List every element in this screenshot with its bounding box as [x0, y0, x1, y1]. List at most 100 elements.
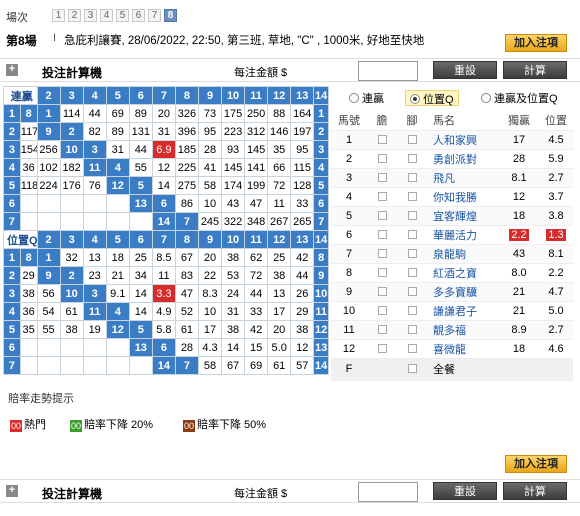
quinella-odds-cell[interactable]: 326	[174, 104, 199, 123]
quinella-odds-cell[interactable]: 6	[151, 194, 176, 213]
banker-checkbox[interactable]	[367, 301, 397, 321]
checkbox-icon[interactable]	[377, 210, 387, 220]
quinella-odds-cell[interactable]: 35	[267, 140, 292, 159]
place_q-odds-cell[interactable]: 42	[244, 320, 269, 339]
place_q-odds-cell[interactable]: 17	[267, 302, 292, 321]
place_q-odds-cell[interactable]: 10	[59, 284, 84, 303]
quinella-odds-cell[interactable]: 267	[267, 212, 292, 231]
place_q-odds-cell[interactable]: 38	[19, 284, 38, 303]
quinella-odds-cell[interactable]: 41	[197, 158, 223, 177]
quinella-odds-cell[interactable]: 10	[197, 194, 223, 213]
quinella-odds-cell[interactable]: 73	[197, 104, 223, 123]
quinella-odds-cell[interactable]: 322	[221, 212, 246, 231]
place_q-odds-cell[interactable]: 4.3	[197, 338, 223, 357]
horse-name-link[interactable]: 人和家興	[427, 130, 499, 150]
quinella-odds-cell[interactable]: 114	[59, 104, 84, 123]
leg-checkbox[interactable]	[397, 339, 427, 359]
place_q-odds-cell[interactable]: 6	[151, 338, 176, 357]
quinella-odds-cell[interactable]: 223	[221, 122, 246, 141]
quinella-odds-cell[interactable]: 69	[105, 104, 130, 123]
quinella-odds-cell[interactable]: 131	[128, 122, 153, 141]
place_q-odds-cell[interactable]: 28	[174, 338, 199, 357]
race-6-button[interactable]: 6	[132, 9, 145, 22]
banker-checkbox[interactable]	[367, 206, 397, 226]
quinella-odds-cell[interactable]: 12	[105, 176, 130, 195]
quinella-odds-cell[interactable]: 396	[174, 122, 199, 141]
tab-quinella[interactable]: 連贏	[349, 90, 384, 106]
amount-input[interactable]	[358, 482, 418, 502]
quinella-odds-cell[interactable]: 13	[128, 194, 153, 213]
quinella-odds-cell[interactable]: 58	[197, 176, 223, 195]
banker-checkbox[interactable]	[367, 244, 397, 264]
horse-name-link[interactable]: 紅酒之寶	[427, 263, 499, 283]
place_q-odds-cell[interactable]: 5.0	[267, 338, 292, 357]
place_q-odds-cell[interactable]: 47	[174, 284, 199, 303]
quinella-odds-cell[interactable]: 89	[105, 122, 130, 141]
quinella-odds-cell[interactable]: 11	[82, 158, 107, 177]
checkbox-icon[interactable]	[407, 286, 417, 296]
quinella-odds-cell[interactable]: 164	[290, 104, 315, 123]
banker-checkbox[interactable]	[367, 168, 397, 188]
quinella-odds-cell[interactable]: 348	[244, 212, 269, 231]
place_q-odds-cell[interactable]: 11	[151, 266, 176, 285]
place_q-odds-cell[interactable]: 9.1	[105, 284, 130, 303]
leg-checkbox[interactable]	[397, 225, 427, 245]
race-3-button[interactable]: 3	[84, 9, 97, 22]
horse-name-link[interactable]: 飛凡	[427, 168, 499, 188]
quinella-odds-cell[interactable]: 10	[59, 140, 84, 159]
place_q-odds-cell[interactable]: 62	[244, 248, 269, 267]
quinella-odds-cell[interactable]: 312	[244, 122, 269, 141]
quinella-odds-cell[interactable]: 145	[221, 158, 246, 177]
quinella-odds-cell[interactable]: 66	[267, 158, 292, 177]
checkbox-icon[interactable]	[377, 267, 387, 277]
expand-icon[interactable]: +	[6, 485, 18, 497]
place_q-odds-cell[interactable]: 1	[36, 248, 61, 267]
place_q-odds-cell[interactable]: 3	[82, 284, 107, 303]
quinella-odds-cell[interactable]: 146	[267, 122, 292, 141]
race-4-button[interactable]: 4	[100, 9, 113, 22]
horse-name-link[interactable]: 宜客輝煌	[427, 206, 499, 226]
checkbox-icon[interactable]	[407, 191, 417, 201]
place_q-odds-cell[interactable]: 67	[174, 248, 199, 267]
tab-both[interactable]: 連贏及位置Q	[481, 90, 558, 106]
place_q-odds-cell[interactable]: 35	[19, 320, 38, 339]
quinella-odds-cell[interactable]: 117	[19, 122, 38, 141]
quinella-odds-cell[interactable]: 86	[174, 194, 199, 213]
quinella-odds-cell[interactable]: 93	[221, 140, 246, 159]
place_q-odds-cell[interactable]: 52	[174, 302, 199, 321]
quinella-odds-cell[interactable]: 43	[221, 194, 246, 213]
place_q-odds-cell[interactable]: 20	[267, 320, 292, 339]
place_q-odds-cell[interactable]: 18	[105, 248, 130, 267]
place_q-odds-cell[interactable]: 61	[267, 356, 292, 375]
quinella-odds-cell[interactable]: 102	[36, 158, 61, 177]
quinella-odds-cell[interactable]: 47	[244, 194, 269, 213]
quinella-odds-cell[interactable]: 118	[19, 176, 38, 195]
place_q-odds-cell[interactable]: 8.5	[151, 248, 176, 267]
quinella-odds-cell[interactable]: 31	[105, 140, 130, 159]
quinella-odds-cell[interactable]: 174	[221, 176, 246, 195]
horse-name-link[interactable]: 靚多福	[427, 320, 499, 340]
leg-checkbox[interactable]	[397, 263, 427, 283]
place_q-odds-cell[interactable]: 69	[244, 356, 269, 375]
quinella-odds-cell[interactable]: 88	[267, 104, 292, 123]
place_q-odds-cell[interactable]: 53	[221, 266, 246, 285]
place_q-odds-cell[interactable]: 11	[82, 302, 107, 321]
quinella-odds-cell[interactable]: 115	[290, 158, 315, 177]
quinella-odds-cell[interactable]: 14	[151, 212, 176, 231]
calculate-button[interactable]: 計算	[503, 61, 567, 79]
checkbox-icon[interactable]	[377, 172, 387, 182]
horse-name-link[interactable]: 謙謙君子	[427, 301, 499, 321]
place_q-odds-cell[interactable]: 31	[221, 302, 246, 321]
race-1-button[interactable]: 1	[52, 9, 65, 22]
place_q-odds-cell[interactable]: 29	[19, 266, 38, 285]
quinella-odds-cell[interactable]: 31	[151, 122, 176, 141]
quinella-odds-cell[interactable]: 8	[19, 104, 38, 123]
place_q-odds-cell[interactable]: 38	[221, 248, 246, 267]
checkbox-icon[interactable]	[407, 248, 417, 258]
place_q-odds-cell[interactable]: 61	[174, 320, 199, 339]
expand-icon[interactable]: +	[6, 64, 18, 76]
checkbox-icon[interactable]	[377, 248, 387, 258]
checkbox-icon[interactable]	[377, 343, 387, 353]
checkbox-icon[interactable]	[377, 229, 387, 239]
add-bet-button-bottom[interactable]: 加入注項	[505, 455, 567, 473]
